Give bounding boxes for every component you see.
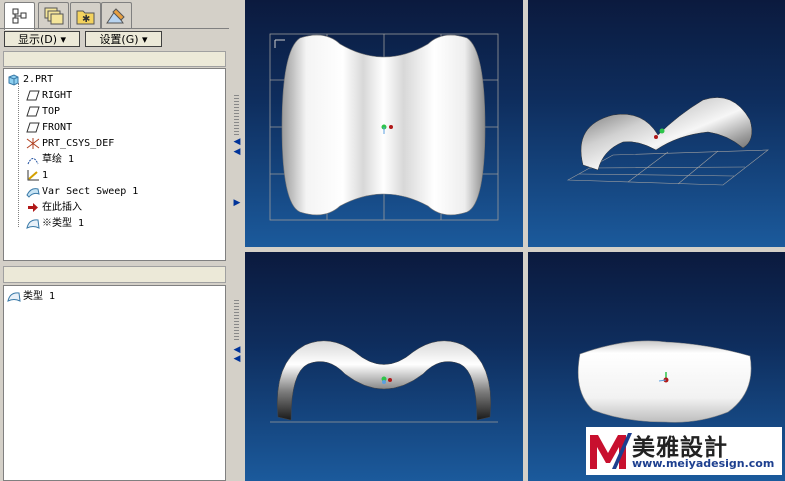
datum-plane-icon — [26, 122, 40, 133]
tree-item-label: Var Sect Sweep 1 — [42, 186, 139, 197]
insert-here-arrow-icon — [28, 203, 38, 212]
sweep-feature-icon — [26, 188, 40, 198]
lower-panel-header-strip — [3, 266, 226, 283]
model-tree-header-strip — [3, 51, 226, 67]
viewport-isometric[interactable] — [528, 0, 785, 247]
show-menu-button[interactable]: 显示(D) ▾ — [4, 31, 80, 47]
front-view-graphic — [269, 33, 499, 221]
csys-label-mark — [274, 39, 285, 48]
expand-arrow-icon[interactable]: ▶ — [232, 198, 242, 208]
sash-grip[interactable] — [234, 300, 239, 340]
tree-item-label: 2.PRT — [23, 74, 54, 85]
tab-layers[interactable] — [38, 2, 69, 29]
logo-mark-icon — [590, 433, 632, 469]
tab-folder-browser[interactable]: ✱ — [70, 2, 101, 29]
layer-item-label: 类型 1 — [23, 291, 56, 302]
tab-model-tree[interactable] — [4, 2, 35, 30]
sketch-icon — [27, 158, 39, 165]
coordinate-system-icon — [26, 138, 40, 149]
collapse-arrow-icon[interactable]: ◀ — [232, 137, 242, 147]
tree-connector-line — [18, 83, 19, 227]
logo-url: www.meiyadesign.com — [632, 457, 775, 470]
tree-item-label: ※类型 1 — [42, 218, 85, 229]
tree-item-label: RIGHT — [42, 90, 73, 101]
datum-axis-icon — [27, 170, 39, 181]
tree-item-label: TOP — [42, 106, 61, 117]
tree-item-label: FRONT — [42, 122, 73, 133]
viewport-front[interactable] — [245, 0, 523, 247]
part-icon — [8, 74, 19, 86]
navigator-tab-strip: ✱ — [0, 0, 229, 30]
datum-plane-icon — [26, 106, 40, 117]
layer-tree: 类型 1 — [3, 285, 226, 481]
tree-item-label: 在此插入 — [42, 202, 82, 213]
tree-item-label: 草绘 1 — [42, 154, 75, 165]
tree-item-label: PRT_CSYS_DEF — [42, 138, 115, 149]
settings-menu-button[interactable]: 设置(G) ▾ — [85, 31, 162, 47]
tab-divider — [0, 28, 229, 29]
surface-icon — [7, 292, 21, 302]
surface-icon — [26, 219, 40, 229]
tree-item-label: 1 — [42, 170, 49, 181]
datum-plane-icon — [26, 90, 40, 101]
isometric-view-graphic — [566, 97, 769, 186]
navigator-panel: ✱ 显示(D) ▾ 设置(G) ▾ 2.PRT RIGHT TOP FRONT — [0, 0, 229, 481]
sweep-surface — [580, 97, 753, 171]
model-tree: 2.PRT RIGHT TOP FRONT PRT_CSYS_DEF 草绘 1 … — [3, 68, 226, 261]
watermark-logo: 美雅設計 www.meiyadesign.com — [586, 427, 782, 475]
collapse-arrow-icon[interactable]: ◀ — [232, 354, 242, 364]
sash-grip[interactable] — [234, 95, 239, 135]
panel-sash[interactable]: ◀ ◀ ▶ ◀ ◀ — [229, 0, 245, 481]
top-view-graphic — [270, 340, 498, 423]
collapse-arrow-icon[interactable]: ◀ — [232, 147, 242, 157]
svg-text:✱: ✱ — [82, 14, 90, 25]
viewport-top[interactable] — [245, 252, 523, 481]
tab-favorites[interactable] — [101, 2, 132, 29]
